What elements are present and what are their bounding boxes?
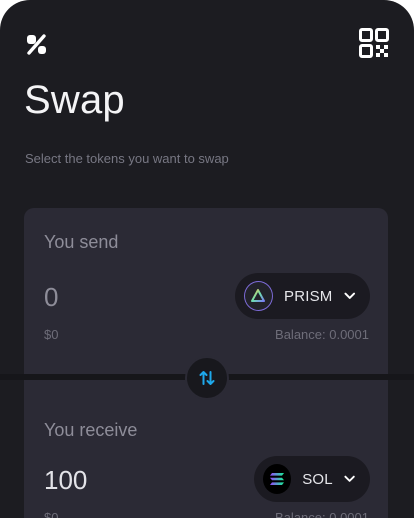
send-amount-input[interactable]: 0: [44, 282, 58, 313]
send-token-selector[interactable]: PRISM: [235, 273, 370, 319]
swap-direction-button[interactable]: [185, 356, 229, 400]
send-balance: Balance: 0.0001: [275, 327, 369, 342]
receive-card: You receive 100 $0 Balance: 0.0001 SOL: [24, 380, 388, 518]
chevron-down-icon: [344, 475, 355, 482]
receive-token-selector[interactable]: SOL: [254, 456, 370, 502]
receive-label: You receive: [44, 420, 138, 440]
page-title: Swap: [24, 78, 125, 122]
receive-token-name: SOL: [302, 470, 333, 488]
x-logo-icon[interactable]: [24, 32, 48, 56]
page-subtitle: Select the tokens you want to swap: [25, 151, 229, 166]
send-label: You send: [44, 232, 119, 252]
prism-token-icon: [244, 281, 273, 311]
send-fiat-value: $0: [44, 327, 59, 342]
swap-arrows-icon: [199, 371, 215, 385]
receive-amount: 100: [44, 465, 88, 495]
send-card: You send 0 $0 Balance: 0.0001 PRISM: [24, 208, 388, 374]
phone-screen: Swap Select the tokens you want to swap …: [0, 0, 414, 518]
qr-code-icon[interactable]: [359, 28, 389, 58]
sol-token-icon: [263, 464, 292, 494]
receive-balance: Balance: 0.0001: [275, 510, 369, 518]
chevron-down-icon: [343, 292, 355, 299]
send-token-name: PRISM: [283, 287, 333, 305]
receive-fiat-value: $0: [44, 510, 59, 518]
